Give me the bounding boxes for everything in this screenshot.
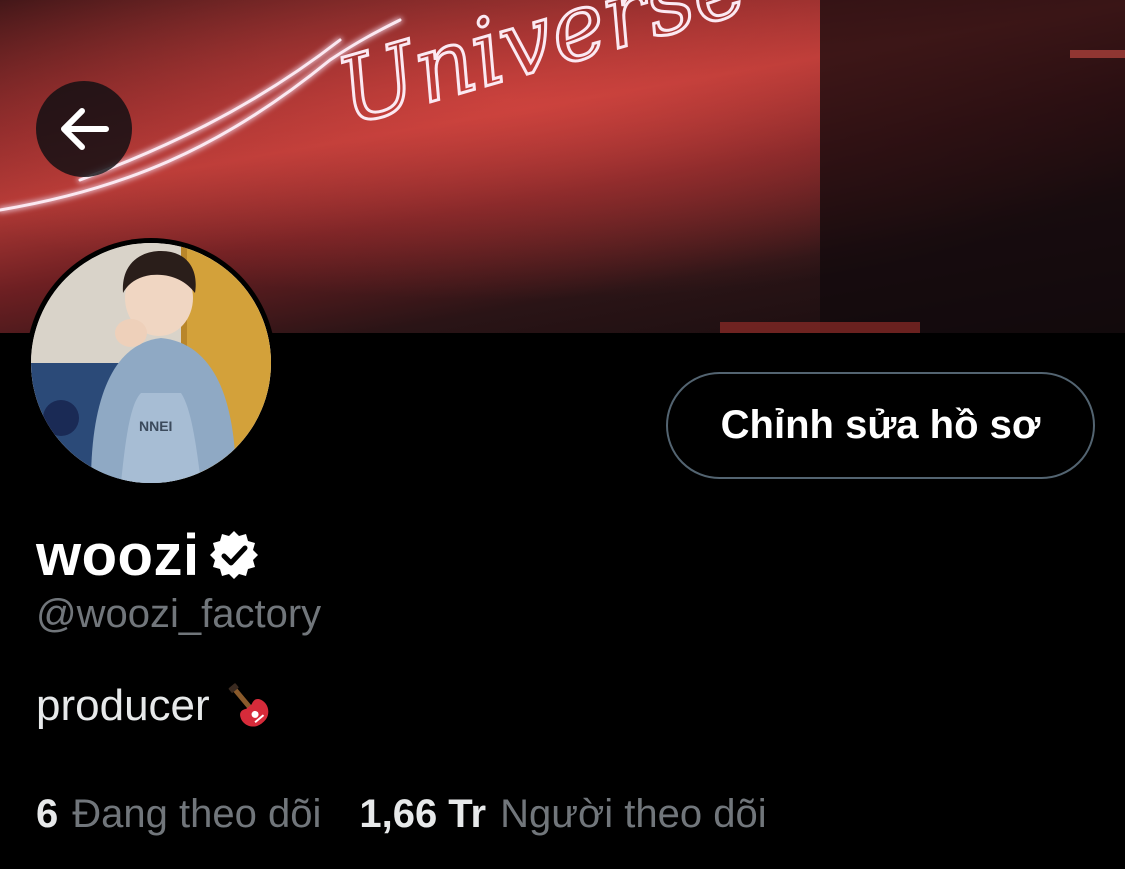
followers-stat[interactable]: 1,66 Tr Người theo dõi	[359, 792, 766, 837]
profile-stats: 6 Đang theo dõi 1,66 Tr Người theo dõi	[36, 792, 767, 837]
bio-text: producer	[36, 681, 210, 730]
avatar[interactable]: NNEI	[26, 238, 276, 488]
followers-label: Người theo dõi	[500, 792, 767, 836]
avatar-photo: NNEI	[31, 243, 271, 483]
following-label: Đang theo dõi	[72, 792, 322, 836]
guitar-icon	[228, 683, 268, 727]
verified-badge-icon[interactable]	[208, 529, 260, 581]
svg-text:NNEI: NNEI	[139, 418, 172, 434]
user-handle: @woozi_factory	[36, 592, 322, 636]
following-stat[interactable]: 6 Đang theo dõi	[36, 792, 321, 837]
profile-page: Universe NNEI Chỉnh sửa hồ sơ woozi @woo…	[0, 0, 1125, 869]
display-name-row: woozi	[36, 520, 260, 590]
arrow-left-icon	[61, 108, 109, 150]
display-name: woozi	[36, 522, 200, 588]
edit-profile-button[interactable]: Chỉnh sửa hồ sơ	[666, 372, 1095, 479]
following-count: 6	[36, 792, 59, 836]
bio: producer	[36, 680, 274, 732]
followers-count: 1,66 Tr	[359, 792, 487, 836]
back-button[interactable]	[36, 81, 132, 177]
